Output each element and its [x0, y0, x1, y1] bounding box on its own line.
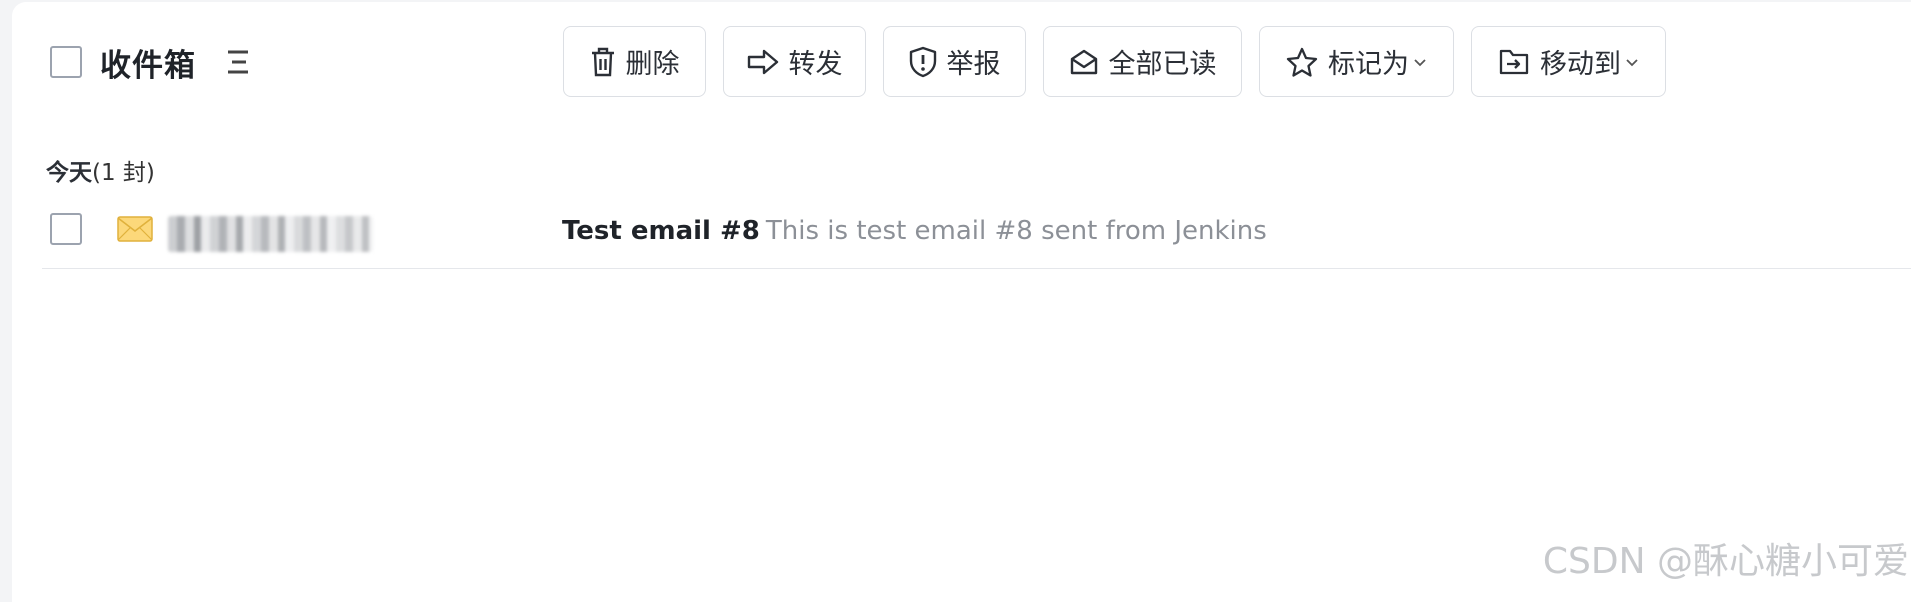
- page-title: 收件箱: [100, 48, 196, 84]
- email-preview: This is test email #8 sent from Jenkins: [765, 216, 1267, 246]
- sender-name-redacted: [168, 216, 373, 252]
- folder-move-icon: [1499, 49, 1529, 74]
- email-subject-line[interactable]: Test email #8 This is test email #8 sent …: [562, 216, 1267, 246]
- delete-label: 删除: [625, 49, 680, 80]
- watermark: CSDN @酥心糖小可爱: [1542, 541, 1909, 582]
- forward-arrow-icon: [747, 49, 778, 74]
- move-to-label: 移动到: [1540, 49, 1621, 80]
- report-button[interactable]: 举报: [883, 26, 1026, 97]
- chevron-down-icon: [1414, 58, 1426, 66]
- mark-all-read-button[interactable]: 全部已读: [1043, 26, 1242, 97]
- delete-button[interactable]: 删除: [563, 26, 706, 97]
- select-all-checkbox[interactable]: [50, 46, 82, 78]
- envelope-unread-icon: [117, 216, 153, 242]
- sort-list-icon[interactable]: [226, 48, 250, 76]
- trash-icon: [591, 47, 614, 76]
- chevron-down-icon: [1626, 58, 1638, 66]
- star-icon: [1286, 47, 1318, 77]
- move-to-dropdown-button[interactable]: 移动到: [1471, 26, 1666, 97]
- report-label: 举报: [946, 49, 1001, 80]
- forward-label: 转发: [788, 49, 843, 80]
- shield-alert-icon: [909, 46, 936, 77]
- row-divider: [42, 268, 1911, 269]
- mark-as-dropdown-button[interactable]: 标记为: [1259, 26, 1454, 97]
- email-row-checkbox[interactable]: [50, 213, 82, 245]
- date-group-count: (1 封): [92, 160, 155, 186]
- mark-all-read-label: 全部已读: [1108, 49, 1217, 80]
- forward-button[interactable]: 转发: [723, 26, 866, 97]
- date-group-name: 今天: [46, 160, 92, 186]
- open-envelope-icon: [1070, 49, 1097, 74]
- date-group-header: 今天(1 封): [46, 153, 155, 187]
- email-subject: Test email #8: [562, 216, 760, 246]
- mark-as-label: 标记为: [1328, 49, 1409, 80]
